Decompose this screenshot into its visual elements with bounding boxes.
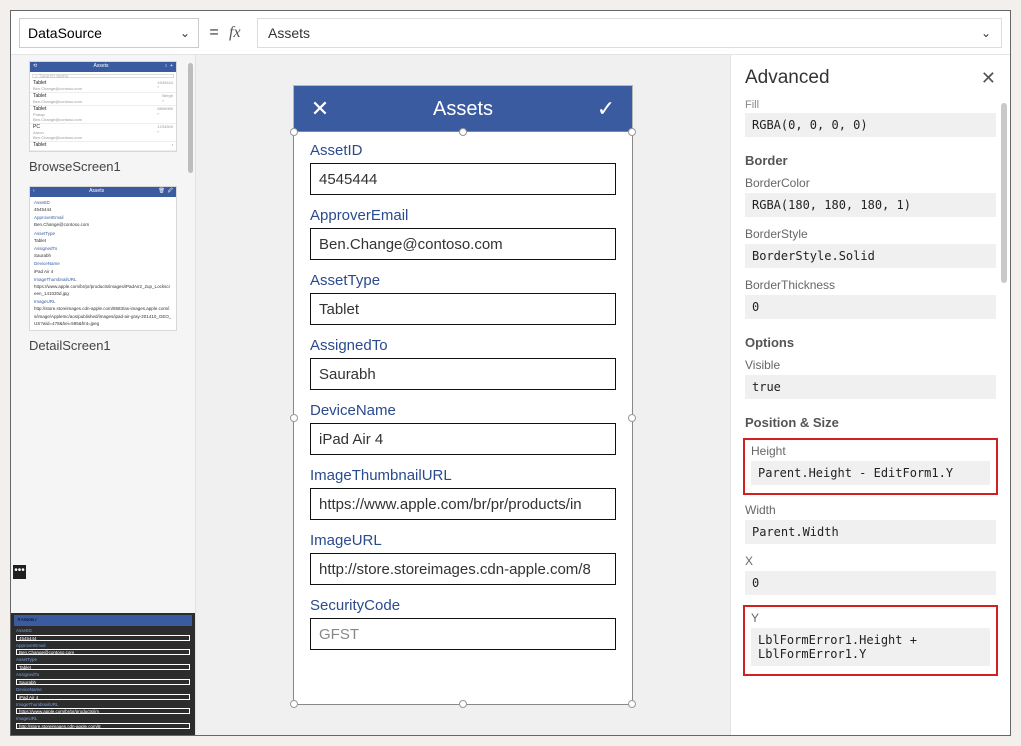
prop-label: BorderStyle (745, 227, 996, 241)
prop-label: BorderColor (745, 176, 996, 190)
thumb-edit-screen: ✕Assets✓ AssetID4545444ApproverEmailBen.… (14, 615, 192, 729)
list-item: TabletPratapBen.Change@contoso.com889898… (30, 106, 176, 124)
formula-text: Assets (268, 25, 310, 41)
scrollbar[interactable] (1001, 103, 1007, 283)
tree-item-browse[interactable]: ⟲Assets↕ + ⌕ Search items TabletBen.Chan… (11, 61, 195, 178)
field-label: AssignedTo (310, 337, 616, 354)
advanced-header: Advanced ✕ (731, 55, 1010, 99)
scrollbar[interactable] (188, 63, 193, 173)
field-input[interactable]: Saurabh (310, 358, 616, 390)
selection-handle[interactable] (628, 414, 636, 422)
canvas[interactable]: ✕ Assets ✓ AssetID 4545444 ApproverEmail Be… (196, 55, 730, 735)
field-label: DeviceName (310, 402, 616, 419)
edit-form[interactable]: AssetID 4545444 ApproverEmail Ben.Change@co… (293, 131, 633, 705)
form-header: ✕ Assets ✓ (294, 86, 632, 132)
form-field: AssetType Tablet (310, 272, 616, 325)
chevron-down-icon: ⌄ (180, 26, 190, 40)
form-field: AssetID 4545444 (310, 142, 616, 195)
tree-item-edit-selected[interactable]: ✕Assets✓ AssetID4545444ApproverEmailBen.… (11, 613, 195, 735)
selection-handle[interactable] (290, 128, 298, 136)
section-options: Options (745, 335, 996, 350)
prop-value-visible[interactable]: true (745, 375, 996, 399)
selection-handle[interactable] (290, 414, 298, 422)
cancel-icon[interactable]: ✕ (308, 96, 332, 122)
field-input[interactable]: 4545444 (310, 163, 616, 195)
prop-label: X (745, 554, 996, 568)
field-label: AssetID (310, 142, 616, 159)
app-frame: DataSource ⌄ = fx Assets ⌄ ⟲Assets↕ + ⌕ … (10, 10, 1011, 736)
formula-input[interactable]: Assets ⌄ (257, 18, 1002, 48)
list-item: PCAaronBen.Change@contoso.com1234509› (30, 124, 176, 142)
field-input[interactable]: Ben.Change@contoso.com (310, 228, 616, 260)
selection-handle[interactable] (459, 700, 467, 708)
field-input[interactable]: http://store.storeimages.cdn-apple.com/8 (310, 553, 616, 585)
prop-label: BorderThickness (745, 278, 996, 292)
list-item: Tablet› (30, 142, 176, 151)
prop-value-x[interactable]: 0 (745, 571, 996, 595)
submit-icon[interactable]: ✓ (594, 96, 618, 122)
field-input[interactable]: https://www.apple.com/br/pr/products/in (310, 488, 616, 520)
thumb-caption: DetailScreen1 (29, 338, 177, 353)
highlight-height: Height Parent.Height - EditForm1.Y (743, 438, 998, 495)
selection-handle[interactable] (628, 700, 636, 708)
form-title: Assets (332, 98, 594, 121)
thumb-detail-screen: ‹Assets🗑 🖉 AssetID4545444ApproverEmailBe… (29, 186, 177, 331)
chevron-down-icon[interactable]: ⌄ (981, 26, 991, 40)
prop-label: Height (751, 444, 990, 458)
phone-preview: ✕ Assets ✓ AssetID 4545444 ApproverEmail Be… (293, 85, 633, 705)
form-field: SecurityCode GFST (310, 597, 616, 650)
form-field: AssignedTo Saurabh (310, 337, 616, 390)
list-item: TabletBen.Change@contoso.comBergh› (30, 93, 176, 106)
more-menu-icon[interactable]: ••• (13, 565, 26, 579)
prop-label: Y (751, 611, 990, 625)
selection-handle[interactable] (459, 128, 467, 136)
prop-label: Fill (745, 99, 996, 111)
thumb-browse-screen: ⟲Assets↕ + ⌕ Search items TabletBen.Chan… (29, 61, 177, 152)
prop-label: Width (745, 503, 996, 517)
form-field: ImageThumbnailURL https://www.apple.com/b… (310, 467, 616, 520)
highlight-y: Y LblFormError1.Height + LblFormError1.Y (743, 605, 998, 676)
prop-value-bordercolor[interactable]: RGBA(180, 180, 180, 1) (745, 193, 996, 217)
tree-item-detail[interactable]: ‹Assets🗑 🖉 AssetID4545444ApproverEmailBe… (11, 186, 195, 357)
close-icon[interactable]: ✕ (981, 68, 996, 89)
main-area: ⟲Assets↕ + ⌕ Search items TabletBen.Chan… (11, 55, 1010, 735)
form-field: DeviceName iPad Air 4 (310, 402, 616, 455)
advanced-title: Advanced (745, 67, 830, 89)
section-position-size: Position & Size (745, 415, 996, 430)
selection-handle[interactable] (628, 128, 636, 136)
advanced-body: Fill RGBA(0, 0, 0, 0) Border BorderColor… (731, 99, 1010, 735)
prop-value-y[interactable]: LblFormError1.Height + LblFormError1.Y (751, 628, 990, 666)
field-label: AssetType (310, 272, 616, 289)
thumb-caption: BrowseScreen1 (29, 159, 177, 174)
form-field: ImageURL http://store.storeimages.cdn-app… (310, 532, 616, 585)
list-item: TabletBen.Change@contoso.com4545444› (30, 80, 176, 93)
prop-value-width[interactable]: Parent.Width (745, 520, 996, 544)
advanced-panel: Advanced ✕ Fill RGBA(0, 0, 0, 0) Border … (730, 55, 1010, 735)
selection-handle[interactable] (290, 700, 298, 708)
field-input[interactable]: iPad Air 4 (310, 423, 616, 455)
field-label: ApproverEmail (310, 207, 616, 224)
field-label: ImageURL (310, 532, 616, 549)
equals-divider: = (207, 24, 221, 42)
field-input[interactable]: Tablet (310, 293, 616, 325)
property-name: DataSource (28, 25, 102, 41)
prop-value-height[interactable]: Parent.Height - EditForm1.Y (751, 461, 990, 485)
form-field: ApproverEmail Ben.Change@contoso.com (310, 207, 616, 260)
field-label: SecurityCode (310, 597, 616, 614)
prop-value-borderthickness[interactable]: 0 (745, 295, 996, 319)
field-input[interactable]: GFST (310, 618, 616, 650)
prop-value-borderstyle[interactable]: BorderStyle.Solid (745, 244, 996, 268)
fx-icon[interactable]: fx (229, 24, 249, 42)
formula-bar: DataSource ⌄ = fx Assets ⌄ (11, 11, 1010, 55)
prop-label: Visible (745, 358, 996, 372)
field-label: ImageThumbnailURL (310, 467, 616, 484)
section-border: Border (745, 153, 996, 168)
tree-panel: ⟲Assets↕ + ⌕ Search items TabletBen.Chan… (11, 55, 196, 735)
prop-value-fill[interactable]: RGBA(0, 0, 0, 0) (745, 113, 996, 137)
property-dropdown[interactable]: DataSource ⌄ (19, 18, 199, 48)
